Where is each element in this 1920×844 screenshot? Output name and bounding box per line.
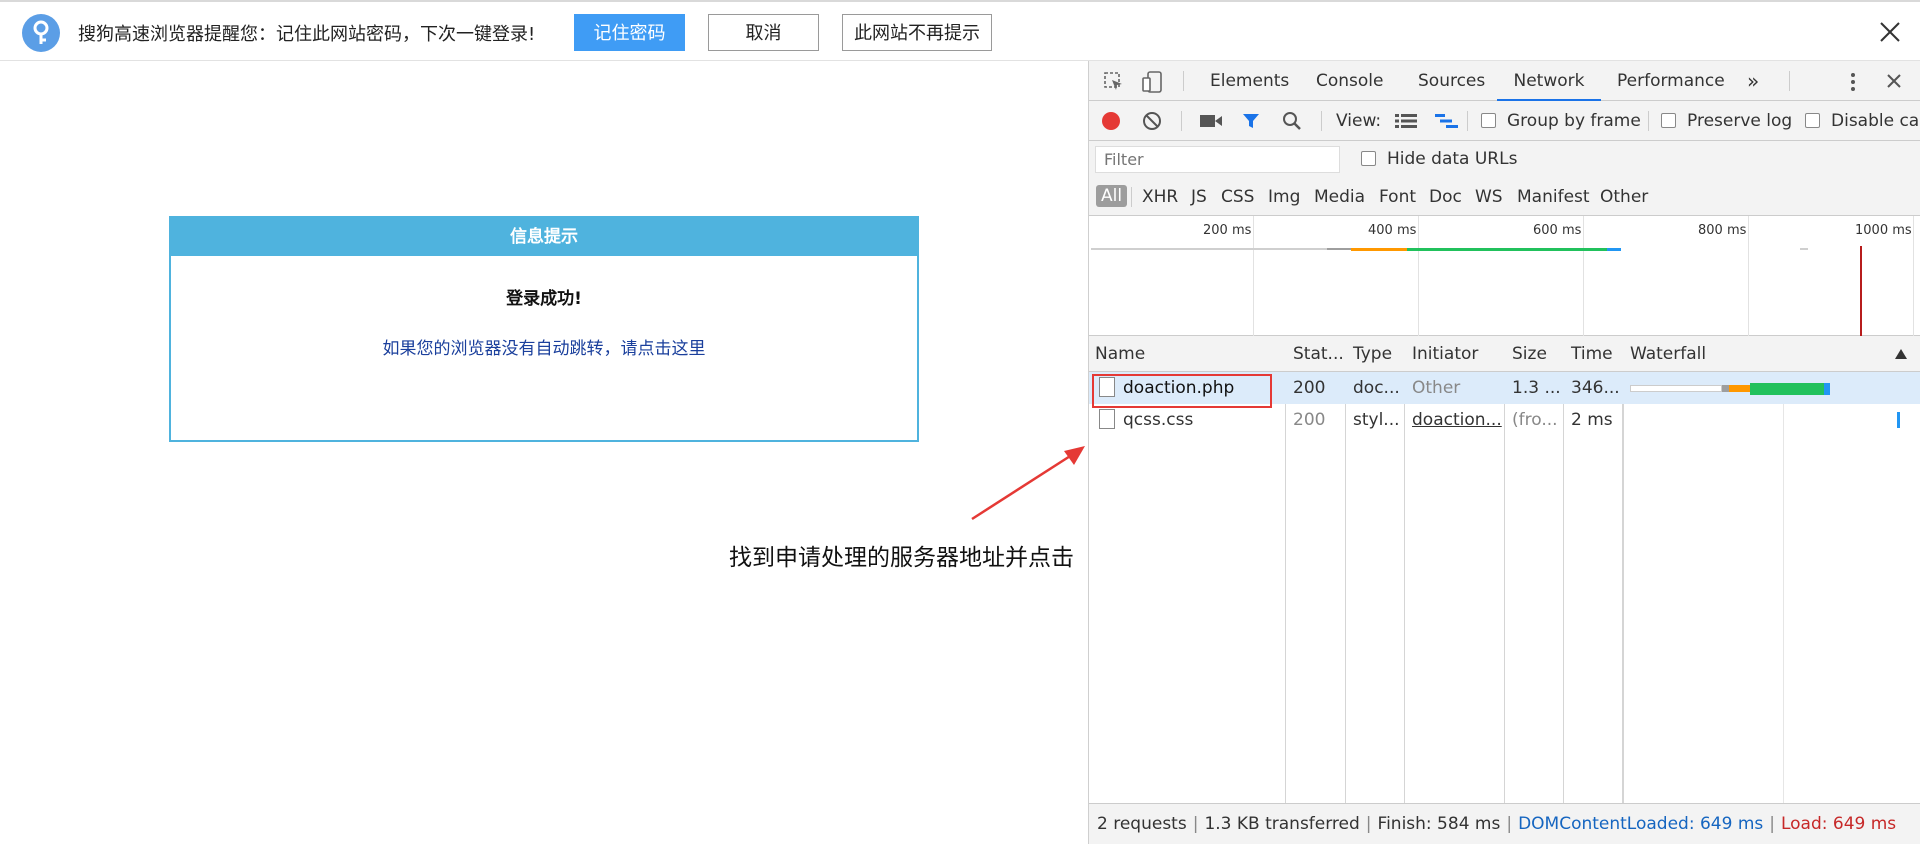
kebab-menu-icon[interactable]: [1849, 71, 1857, 93]
column-name[interactable]: Name: [1095, 344, 1145, 364]
filter-bar: Hide data URLs: [1089, 141, 1920, 178]
preserve-log-checkbox[interactable]: [1661, 113, 1676, 128]
more-tabs-icon[interactable]: »: [1747, 61, 1759, 101]
hide-data-urls-label: Hide data URLs: [1387, 149, 1518, 169]
row-initiator-link[interactable]: doaction...: [1412, 410, 1502, 430]
tab-sources[interactable]: Sources: [1418, 61, 1485, 101]
finish-time: Finish: 584 ms: [1377, 814, 1501, 834]
type-filter-all[interactable]: All: [1096, 185, 1128, 207]
inspect-element-icon[interactable]: [1103, 71, 1125, 93]
devtools-tab-bar: Elements Console Sources Network Perform…: [1089, 61, 1920, 101]
login-success-message: 登录成功!: [506, 289, 582, 309]
type-filter-js[interactable]: JS: [1191, 187, 1207, 207]
preserve-log-label: Preserve log: [1687, 111, 1793, 131]
network-overview-timeline[interactable]: 200 ms 400 ms 600 ms 800 ms 1000 ms: [1089, 216, 1920, 336]
waterfall-bar: [1897, 412, 1900, 428]
timeline-tick: 1000 ms: [1855, 223, 1912, 238]
row-type: doc...: [1353, 378, 1400, 398]
tab-network[interactable]: Network: [1497, 61, 1601, 101]
type-filter-font[interactable]: Font: [1379, 187, 1416, 207]
annotation-arrow-icon: [971, 446, 1085, 521]
requests-table: Name Stat... Type Initiator Size Time Wa…: [1089, 336, 1920, 803]
requests-count: 2 requests: [1097, 814, 1187, 834]
info-box-title: 信息提示: [171, 218, 917, 256]
table-row[interactable]: doaction.php 200 doc... Other 1.3 ... 34…: [1089, 372, 1920, 408]
screenshot-camera-icon[interactable]: [1199, 113, 1223, 129]
key-icon: [22, 14, 60, 52]
annotation-text: 找到申请处理的服务器地址并点击: [729, 545, 1074, 571]
type-filter-css[interactable]: CSS: [1221, 187, 1254, 207]
transferred-size: 1.3 KB transferred: [1204, 814, 1360, 834]
filter-input[interactable]: [1095, 146, 1340, 173]
password-save-bar: 搜狗高速浏览器提醒您：记住此网站密码，下次一键登录! 记住密码 取消 此网站不再…: [0, 0, 1920, 61]
annotation-highlight-box: [1092, 374, 1272, 408]
row-initiator: Other: [1412, 378, 1461, 398]
table-row[interactable]: qcss.css 200 styl... doaction... (fro...…: [1089, 404, 1920, 436]
record-icon[interactable]: [1101, 111, 1121, 131]
timeline-tick: 800 ms: [1698, 223, 1747, 238]
column-initiator[interactable]: Initiator: [1412, 344, 1478, 364]
filter-icon[interactable]: [1241, 111, 1261, 131]
row-status: 200: [1293, 378, 1326, 398]
info-box: 信息提示 登录成功! 如果您的浏览器没有自动跳转，请点击这里: [169, 216, 919, 442]
stylesheet-file-icon: [1099, 409, 1115, 429]
row-size: (fro...: [1512, 410, 1558, 430]
close-devtools-icon[interactable]: [1886, 73, 1902, 89]
view-label: View:: [1336, 111, 1382, 131]
row-size: 1.3 ...: [1512, 378, 1561, 398]
timeline-tick: 400 ms: [1368, 223, 1417, 238]
device-toolbar-icon[interactable]: [1141, 70, 1163, 94]
column-time[interactable]: Time: [1571, 344, 1613, 364]
disable-cache-checkbox[interactable]: [1805, 113, 1820, 128]
redirect-link[interactable]: 如果您的浏览器没有自动跳转，请点击这里: [171, 334, 917, 359]
type-filter-media[interactable]: Media: [1314, 187, 1365, 207]
password-bar-message: 搜狗高速浏览器提醒您：记住此网站密码，下次一键登录!: [78, 24, 536, 45]
column-type[interactable]: Type: [1353, 344, 1392, 364]
column-status[interactable]: Stat...: [1293, 344, 1344, 364]
timeline-tick: 200 ms: [1203, 223, 1252, 238]
web-page: 信息提示 登录成功! 如果您的浏览器没有自动跳转，请点击这里 找到申请处理的服务…: [0, 61, 1088, 844]
row-status: 200: [1293, 410, 1326, 430]
load-time: Load: 649 ms: [1780, 814, 1897, 834]
resource-type-filters: All XHR JS CSS Img Media Font Doc WS Man…: [1089, 178, 1920, 216]
hide-data-urls-checkbox[interactable]: [1361, 151, 1376, 166]
row-type: styl...: [1353, 410, 1400, 430]
type-filter-xhr[interactable]: XHR: [1142, 187, 1178, 207]
remember-password-button[interactable]: 记住密码: [574, 14, 685, 51]
disable-cache-label: Disable cac: [1831, 111, 1920, 131]
clear-icon[interactable]: [1142, 111, 1162, 131]
devtools-panel: Elements Console Sources Network Perform…: [1088, 61, 1920, 844]
group-by-frame-checkbox[interactable]: [1481, 113, 1496, 128]
type-filter-manifest[interactable]: Manifest: [1517, 187, 1590, 207]
column-size[interactable]: Size: [1512, 344, 1547, 364]
row-time: 346...: [1571, 378, 1620, 398]
group-by-frame-label: Group by frame: [1507, 111, 1641, 131]
row-name[interactable]: qcss.css: [1123, 410, 1193, 430]
sort-ascending-icon[interactable]: [1895, 349, 1907, 359]
type-filter-other[interactable]: Other: [1600, 187, 1648, 207]
tab-console[interactable]: Console: [1316, 61, 1384, 101]
close-icon[interactable]: [1878, 20, 1902, 44]
tab-elements[interactable]: Elements: [1210, 61, 1289, 101]
network-status-bar: 2 requests | 1.3 KB transferred | Finish: 58…: [1089, 803, 1920, 844]
row-time: 2 ms: [1571, 410, 1613, 430]
type-filter-ws[interactable]: WS: [1475, 187, 1503, 207]
type-filter-img[interactable]: Img: [1268, 187, 1300, 207]
cancel-button[interactable]: 取消: [708, 14, 819, 51]
table-header: Name Stat... Type Initiator Size Time Wa…: [1089, 336, 1920, 372]
waterfall-view-icon[interactable]: [1435, 113, 1459, 129]
never-remind-button[interactable]: 此网站不再提示: [842, 14, 992, 51]
waterfall-bar: [1630, 383, 1830, 395]
search-icon[interactable]: [1282, 111, 1302, 131]
dom-content-loaded-time: DOMContentLoaded: 649 ms: [1518, 814, 1764, 834]
network-toolbar: View: Group by frame Preserve log Disabl…: [1089, 101, 1920, 141]
type-filter-doc[interactable]: Doc: [1429, 187, 1462, 207]
list-view-icon[interactable]: [1395, 113, 1417, 129]
tab-performance[interactable]: Performance: [1617, 61, 1725, 101]
timeline-tick: 600 ms: [1533, 223, 1582, 238]
column-waterfall[interactable]: Waterfall: [1630, 344, 1706, 364]
